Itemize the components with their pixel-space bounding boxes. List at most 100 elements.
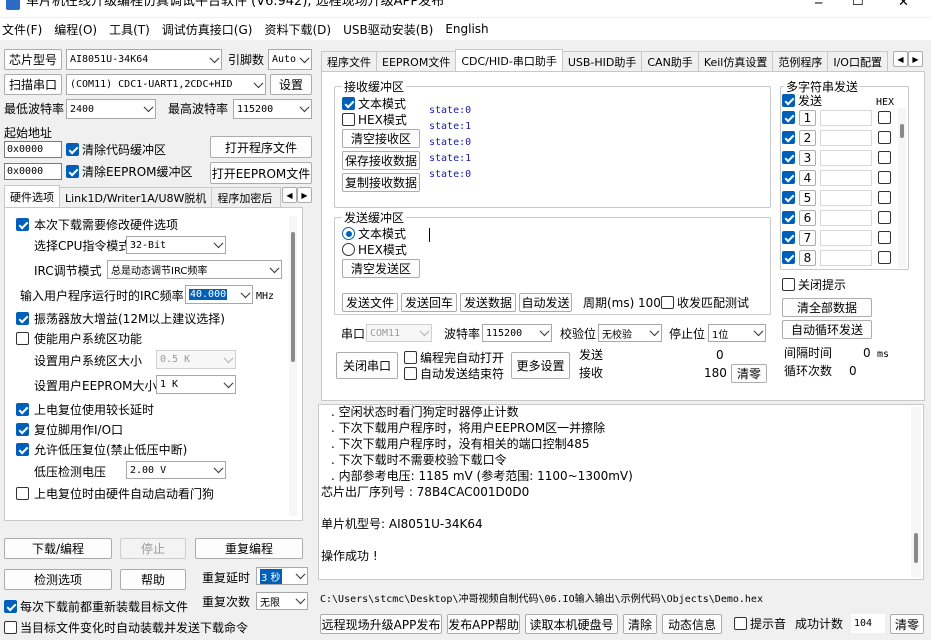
tab-can[interactable]: CAN助手	[641, 51, 699, 71]
multi-row-checkbox[interactable]	[782, 191, 795, 204]
multi-row-input[interactable]	[820, 190, 872, 206]
multi-row-hex-checkbox[interactable]	[878, 251, 891, 264]
multi-row-hex-checkbox[interactable]	[878, 131, 891, 144]
parity-select[interactable]: 无校验	[598, 324, 662, 342]
options-scroll-thumb[interactable]	[291, 232, 295, 362]
multi-row-input[interactable]	[820, 210, 872, 226]
right-tab-scroll-right[interactable]: ▶	[908, 51, 923, 67]
lvr-checkbox[interactable]	[16, 443, 29, 456]
serial-port-select[interactable]: COM11	[366, 324, 432, 342]
multi-send-scroll-thumb[interactable]	[900, 124, 904, 138]
period-value[interactable]: 100	[638, 296, 661, 310]
multi-row-hex-checkbox[interactable]	[878, 191, 891, 204]
left-tab-scroll-left[interactable]: ◀	[282, 187, 297, 203]
clear-log-button[interactable]: 清除	[623, 614, 657, 634]
clear-eeprom-checkbox[interactable]	[66, 165, 79, 178]
multi-row-input[interactable]	[820, 110, 872, 126]
rx-clear-button[interactable]: 清空接收区	[342, 129, 420, 148]
read-disk-button[interactable]: 读取本机硬盘号	[525, 614, 618, 634]
tab-eeprom-file[interactable]: EEPROM文件	[376, 51, 457, 71]
multi-row-send-button[interactable]: 2	[799, 130, 816, 146]
rx-hex-mode-checkbox[interactable]	[342, 113, 355, 126]
menu-program[interactable]: 编程(O)	[54, 21, 97, 38]
auto-end-checkbox[interactable]	[404, 367, 417, 380]
multi-row-input[interactable]	[820, 170, 872, 186]
rx-copy-button[interactable]: 复制接收数据	[342, 173, 420, 192]
send-data-button[interactable]: 发送数据	[460, 293, 516, 312]
menu-download[interactable]: 资料下载(D)	[264, 21, 331, 38]
interval-value[interactable]: 0	[863, 346, 871, 360]
tab-program-file[interactable]: 程序文件	[321, 51, 377, 71]
rx-text-mode-checkbox[interactable]	[342, 97, 355, 110]
tab-examples[interactable]: 范例程序	[772, 51, 829, 71]
auto-send-button[interactable]: 自动发送	[519, 293, 572, 312]
osc-gain-checkbox[interactable]	[16, 312, 29, 325]
tx-clear-button[interactable]: 清空发送区	[342, 259, 420, 278]
chip-type-button[interactable]: 芯片型号	[4, 49, 62, 70]
loop-count-value[interactable]: 0	[849, 364, 857, 378]
multi-send-all-checkbox[interactable]	[782, 94, 795, 107]
chip-type-select[interactable]: AI8051U-34K64	[66, 49, 222, 70]
send-file-button[interactable]: 发送文件	[342, 293, 398, 312]
multi-row-input[interactable]	[820, 130, 872, 146]
rx-text-area[interactable]: state:0 state:1 state:0 state:1 state:0	[424, 96, 762, 194]
lvd-select[interactable]: 2.00 V	[126, 461, 226, 479]
auto-open-checkbox[interactable]	[404, 351, 417, 364]
max-baud-select[interactable]: 115200	[233, 99, 312, 119]
scan-port-button[interactable]: 扫描串口	[4, 74, 62, 95]
tx-hex-mode-radio[interactable]	[342, 243, 355, 256]
reload-checkbox[interactable]	[4, 600, 17, 613]
multi-row-hex-checkbox[interactable]	[878, 231, 891, 244]
options-scrollbar[interactable]	[289, 216, 297, 516]
multi-row-send-button[interactable]: 8	[799, 250, 816, 266]
prompt-sound-checkbox[interactable]	[734, 617, 747, 630]
tx-text-mode-radio[interactable]	[342, 227, 355, 240]
multi-row-send-button[interactable]: 1	[799, 110, 816, 126]
pin-count-select[interactable]: Auto	[268, 49, 312, 70]
irc-mode-select[interactable]: 总是动态调节IRC频率	[107, 260, 282, 279]
settings-button[interactable]: 设置	[270, 74, 312, 95]
multi-row-checkbox[interactable]	[782, 151, 795, 164]
success-clear-button[interactable]: 清零	[890, 614, 924, 634]
multi-send-scrollbar[interactable]	[898, 108, 906, 268]
multi-row-checkbox[interactable]	[782, 131, 795, 144]
multi-row-checkbox[interactable]	[782, 111, 795, 124]
rx-save-button[interactable]: 保存接收数据	[342, 151, 420, 170]
multi-row-hex-checkbox[interactable]	[878, 151, 891, 164]
min-baud-select[interactable]: 2400	[66, 99, 156, 119]
menu-file[interactable]: 文件(F)	[2, 21, 42, 38]
close-hint-checkbox[interactable]	[782, 278, 795, 291]
help-button[interactable]: 帮助	[120, 569, 186, 590]
cpu-mode-select[interactable]: 32-Bit	[126, 236, 226, 254]
multi-row-send-button[interactable]: 6	[799, 210, 816, 226]
tab-hardware[interactable]: 硬件选项	[4, 185, 60, 207]
tab-cdc-hid[interactable]: CDC/HID-串口助手	[455, 49, 563, 71]
remote-upgrade-button[interactable]: 远程现场升级APP发布	[320, 614, 442, 634]
download-button[interactable]: 下载/编程	[4, 538, 112, 559]
stop-button[interactable]: 停止	[120, 538, 186, 559]
log-scroll-thumb[interactable]	[914, 533, 918, 563]
reprogram-button[interactable]: 重复编程	[195, 538, 303, 559]
baud-select[interactable]: 115200	[482, 324, 552, 342]
log-scrollbar[interactable]	[911, 407, 921, 577]
tab-encrypt[interactable]: 程序加密后	[211, 187, 282, 207]
menu-tools[interactable]: 工具(T)	[109, 21, 150, 38]
modify-hw-checkbox[interactable]	[16, 218, 29, 231]
multi-row-input[interactable]	[820, 230, 872, 246]
publish-help-button[interactable]: 发布APP帮助	[447, 614, 520, 634]
multi-row-send-button[interactable]: 5	[799, 190, 816, 206]
close-port-button[interactable]: 关闭串口	[336, 352, 398, 379]
code-address-input[interactable]: 0x0000	[4, 141, 62, 158]
wdt-checkbox[interactable]	[16, 487, 29, 500]
reset-pin-checkbox[interactable]	[16, 423, 29, 436]
send-return-button[interactable]: 发送回车	[401, 293, 457, 312]
multi-row-checkbox[interactable]	[782, 251, 795, 264]
more-settings-button[interactable]: 更多设置	[511, 352, 570, 379]
irc-freq-select[interactable]: 40.000	[185, 285, 253, 304]
multi-row-input[interactable]	[820, 150, 872, 166]
multi-row-checkbox[interactable]	[782, 171, 795, 184]
multi-row-send-button[interactable]: 4	[799, 170, 816, 186]
sys-area-size-select[interactable]: 0.5 K	[156, 350, 236, 369]
auto-send-checkbox[interactable]	[4, 621, 17, 634]
animation-button[interactable]: 动态信息	[662, 614, 722, 634]
